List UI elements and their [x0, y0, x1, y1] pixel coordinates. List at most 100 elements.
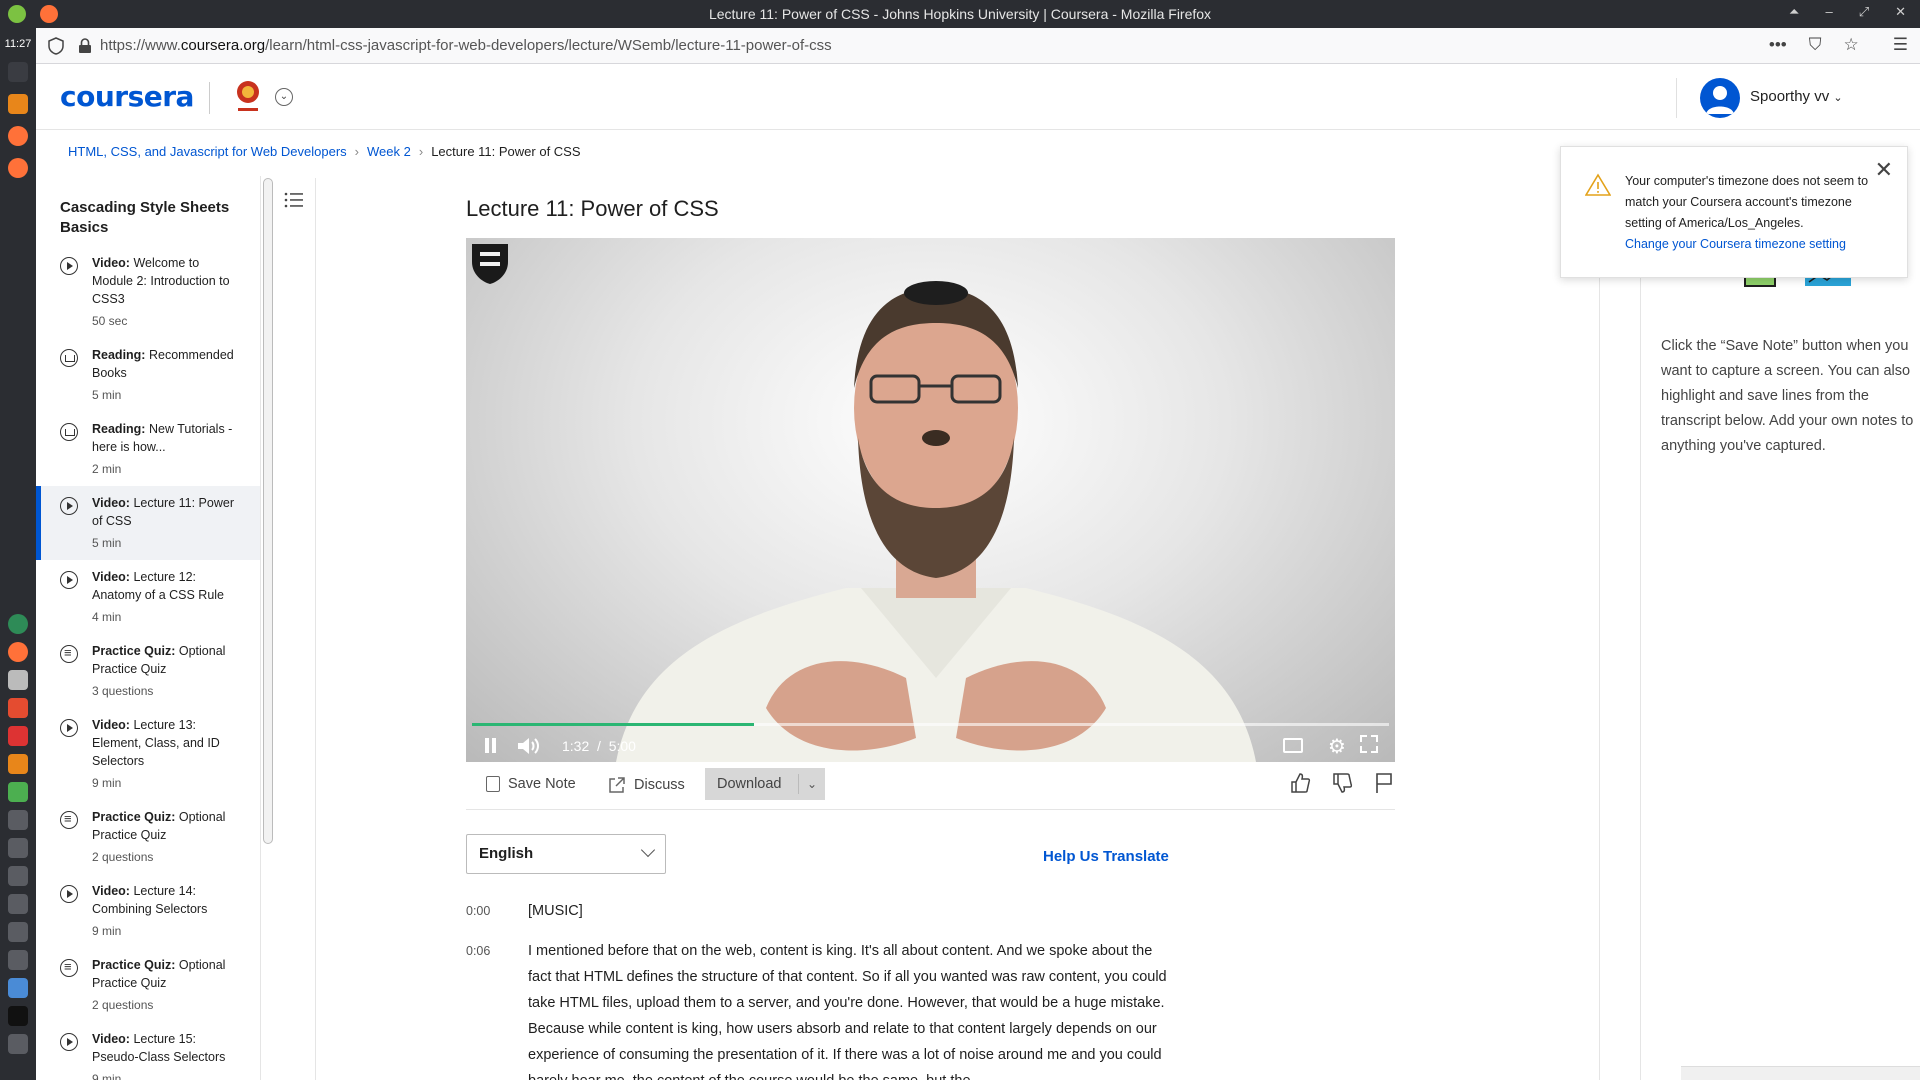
sidebar-item[interactable]: Video: Lecture 15: Pseudo-Class Selector… [36, 1022, 260, 1080]
outline-toggle[interactable] [276, 178, 316, 1080]
sidebar-item[interactable]: Reading: Recommended Books 5 min [36, 338, 260, 412]
dock-firefox-active-icon[interactable] [8, 158, 28, 178]
university-shield-icon [472, 244, 508, 284]
save-note-label: Save Note [508, 776, 576, 792]
settings-gear-icon[interactable]: ⚙ [1328, 734, 1346, 759]
flag-icon[interactable] [1373, 772, 1395, 794]
video-player[interactable]: 1:32 / 5:00 ⚙ [466, 238, 1395, 762]
volume-button-icon[interactable] [516, 736, 540, 756]
play-circle-icon [60, 1033, 78, 1051]
bookmark-star-icon[interactable]: ☆ [1844, 35, 1859, 55]
user-avatar[interactable] [1700, 78, 1740, 118]
paw-icon[interactable] [8, 1034, 28, 1054]
sidebar-item[interactable]: Video: Lecture 11: Power of CSS 5 min [36, 486, 260, 560]
git-icon[interactable] [8, 698, 28, 718]
sidebar-item-type: Video: [92, 496, 130, 510]
video-progress-bar[interactable] [472, 723, 1389, 726]
system-dock: 11:27 [0, 28, 36, 1080]
vlc-icon[interactable] [8, 754, 28, 774]
save-note-button[interactable]: Save Note [486, 776, 576, 792]
thumbs-up-icon[interactable] [1289, 772, 1311, 794]
firefox-task-icon[interactable] [8, 978, 28, 998]
wifi-icon[interactable] [8, 922, 28, 942]
hamburger-menu-icon[interactable]: ☰ [1893, 35, 1908, 55]
discuss-button[interactable]: Discuss [608, 776, 685, 794]
breadcrumb-separator: › [354, 144, 359, 159]
sidebar-item-type: Reading: [92, 422, 146, 436]
pocket-icon[interactable]: ⛉ [1809, 35, 1822, 55]
transcript-line[interactable]: 0:00 [MUSIC] [466, 898, 1176, 924]
dock-firefox-icon[interactable] [8, 126, 28, 146]
files-icon[interactable] [8, 670, 28, 690]
close-window-button[interactable]: ✕ [1895, 4, 1906, 20]
transcript-line[interactable]: 0:06 I mentioned before that on the web, … [466, 938, 1176, 1080]
text-editor-icon[interactable] [8, 726, 28, 746]
coursera-logo[interactable]: coursera [60, 80, 194, 113]
download-button[interactable]: Download ⌄ [705, 768, 825, 800]
window-shade-icon[interactable]: ⏶ [1789, 4, 1799, 20]
page-actions-icon[interactable]: ••• [1769, 35, 1787, 55]
tracking-shield-icon[interactable] [48, 37, 64, 55]
download-chevron-icon[interactable]: ⌄ [797, 774, 817, 794]
play-circle-icon [60, 257, 78, 275]
sidebar-item-meta: 2 questions [92, 998, 154, 1012]
partner-dropdown-chevron-icon[interactable]: ⌄ [275, 88, 293, 106]
url-bar[interactable]: https://www.coursera.org/learn/html-css-… [36, 28, 1920, 64]
current-time: 1:32 [562, 738, 590, 754]
help-translate-link[interactable]: Help Us Translate [1043, 848, 1169, 865]
minimize-button[interactable]: – [1825, 4, 1832, 20]
sidebar-item-type: Video: [92, 256, 130, 270]
breadcrumb-course-link[interactable]: HTML, CSS, and Javascript for Web Develo… [68, 144, 347, 159]
volume-icon[interactable] [8, 838, 28, 858]
course-sidebar: Cascading Style Sheets Basics Video: Wel… [36, 176, 261, 1080]
sidebar-item[interactable]: Video: Lecture 14: Combining Selectors 9 … [36, 874, 260, 948]
sidebar-item[interactable]: Reading: New Tutorials - here is how... 2… [36, 412, 260, 486]
system-menu-icon[interactable] [8, 5, 26, 23]
firefox-launcher-icon[interactable] [8, 642, 28, 662]
pause-button[interactable] [484, 738, 498, 754]
notes-horizontal-scrollbar[interactable] [1681, 1066, 1920, 1080]
sidebar-item[interactable]: Video: Lecture 13: Element, Class, and I… [36, 708, 260, 800]
url-text[interactable]: https://www.coursera.org/learn/html-css-… [100, 37, 832, 54]
sidebar-item[interactable]: Practice Quiz: Optional Practice Quiz 2 q… [36, 800, 260, 874]
transcript-timestamp[interactable]: 0:06 [466, 938, 528, 1080]
titlebar-left [8, 5, 58, 23]
clip-icon[interactable] [8, 950, 28, 970]
close-alert-button[interactable]: ✕ [1875, 159, 1893, 181]
sidebar-item[interactable]: Practice Quiz: Optional Practice Quiz 2 q… [36, 948, 260, 1022]
change-timezone-link[interactable]: Change your Coursera timezone setting [1625, 234, 1877, 255]
battery-icon[interactable] [8, 894, 28, 914]
thumbs-down-icon[interactable] [1331, 772, 1353, 794]
bluetooth-icon[interactable] [8, 810, 28, 830]
captions-icon[interactable] [1283, 738, 1303, 753]
x-app-icon[interactable] [8, 1006, 28, 1026]
transcript-language-select[interactable]: English [466, 834, 666, 874]
transcript-timestamp[interactable]: 0:00 [466, 898, 528, 924]
partner-logo-icon[interactable] [230, 78, 266, 116]
url-domain: coursera.org [180, 37, 266, 54]
sidebar-item[interactable]: Practice Quiz: Optional Practice Quiz 3 q… [36, 634, 260, 708]
lock-icon[interactable] [78, 38, 92, 54]
image-viewer-icon[interactable] [8, 782, 28, 802]
breadcrumb-week-link[interactable]: Week 2 [367, 144, 411, 159]
sidebar-item-title: Video: Lecture 13: Element, Class, and I… [92, 716, 242, 770]
sidebar-scrollbar[interactable] [263, 178, 273, 844]
chrome-icon[interactable] [8, 614, 28, 634]
dock-vlc-icon[interactable] [8, 94, 28, 114]
lecturer-figure [616, 281, 1256, 762]
sidebar-item[interactable]: Video: Welcome to Module 2: Introduction… [36, 246, 260, 338]
transcript-text[interactable]: [MUSIC] [528, 898, 1168, 924]
user-menu[interactable]: Spoorthy vv ⌄ [1750, 88, 1843, 105]
play-circle-icon [60, 571, 78, 589]
dock-window-icon[interactable] [8, 62, 28, 82]
maximize-button[interactable]: ⤢ [1859, 4, 1869, 20]
list-icon[interactable] [284, 192, 304, 208]
select-chevron-icon [640, 842, 656, 858]
transcript-text[interactable]: I mentioned before that on the web, cont… [528, 938, 1168, 1080]
sidebar-item-title: Reading: Recommended Books [92, 346, 242, 382]
video-progress-fill [472, 723, 754, 726]
sidebar-item[interactable]: Video: Lecture 12: Anatomy of a CSS Rule… [36, 560, 260, 634]
external-link-icon [609, 777, 625, 793]
eject-icon[interactable] [8, 866, 28, 886]
fullscreen-icon[interactable] [1360, 735, 1378, 753]
